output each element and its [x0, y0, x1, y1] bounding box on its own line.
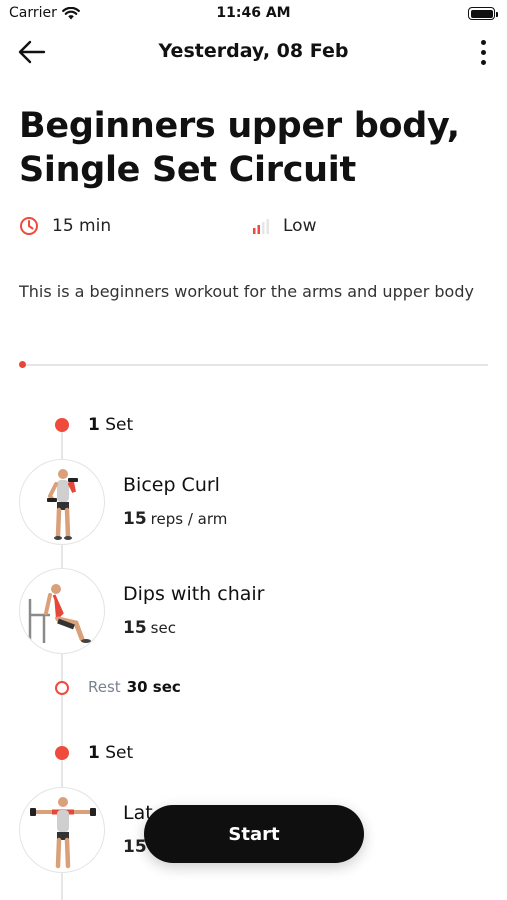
intensity-text: Low — [283, 216, 317, 236]
workout-meta: 15 min Low — [19, 216, 489, 244]
dips-with-chair-figure-icon — [28, 584, 91, 643]
header-title: Yesterday, 08 Feb — [158, 40, 349, 62]
rest-value: 30 sec — [126, 678, 181, 696]
exercise-amount: 15 — [123, 837, 147, 857]
set-label: 1 Set — [88, 743, 133, 763]
exercise-detail-dips-with-chair: 15 sec — [123, 618, 176, 638]
signal-bars-icon — [253, 218, 269, 234]
workout-title: Beginners upper body, Single Set Circuit — [19, 104, 489, 192]
workout-progress-bar — [21, 364, 488, 366]
lateral-raise-figure-icon — [30, 797, 96, 869]
set-label-text: Set — [105, 743, 134, 763]
workout-progress-marker — [19, 361, 26, 368]
duration-info: 15 min — [19, 216, 111, 236]
set-label: 1 Set — [88, 415, 133, 435]
workout-title-line-2: Single Set Circuit — [19, 150, 356, 190]
back-arrow-icon[interactable] — [16, 38, 48, 66]
clock-icon — [20, 217, 38, 235]
start-button[interactable]: Start — [144, 805, 364, 863]
exercise-detail-bicep-curl: 15 reps / arm — [123, 509, 227, 529]
rest-row: Rest 30 sec — [88, 678, 181, 696]
rest-marker-icon — [55, 681, 69, 695]
exercise-name-bicep-curl[interactable]: Bicep Curl — [123, 474, 220, 496]
exercise-unit: reps / arm — [150, 510, 228, 528]
workout-description: This is a beginners workout for the arms… — [19, 282, 474, 301]
battery-icon — [468, 7, 498, 20]
rest-label: Rest — [88, 678, 121, 696]
set-count: 1 — [88, 743, 100, 763]
intensity-info: Low — [252, 216, 316, 236]
set-marker-icon — [55, 418, 69, 432]
bicep-curl-thumbnail[interactable] — [19, 459, 105, 545]
dips-with-chair-thumbnail[interactable] — [19, 568, 105, 654]
set-marker-icon — [55, 746, 69, 760]
status-time: 11:46 AM — [216, 5, 291, 21]
lateral-raise-thumbnail[interactable] — [19, 787, 105, 873]
set-label-text: Set — [105, 415, 134, 435]
set-count: 1 — [88, 415, 100, 435]
more-vertical-icon[interactable] — [475, 36, 491, 68]
status-bar: Carrier 11:46 AM — [0, 0, 507, 28]
exercise-amount: 15 — [123, 509, 147, 529]
bicep-curl-figure-icon — [47, 469, 78, 540]
exercise-amount: 15 — [123, 618, 147, 638]
duration-text: 15 min — [52, 216, 112, 236]
workout-title-line-1: Beginners upper body, — [19, 106, 460, 146]
exercise-unit: sec — [150, 619, 176, 637]
exercise-name-dips-with-chair[interactable]: Dips with chair — [123, 583, 264, 605]
